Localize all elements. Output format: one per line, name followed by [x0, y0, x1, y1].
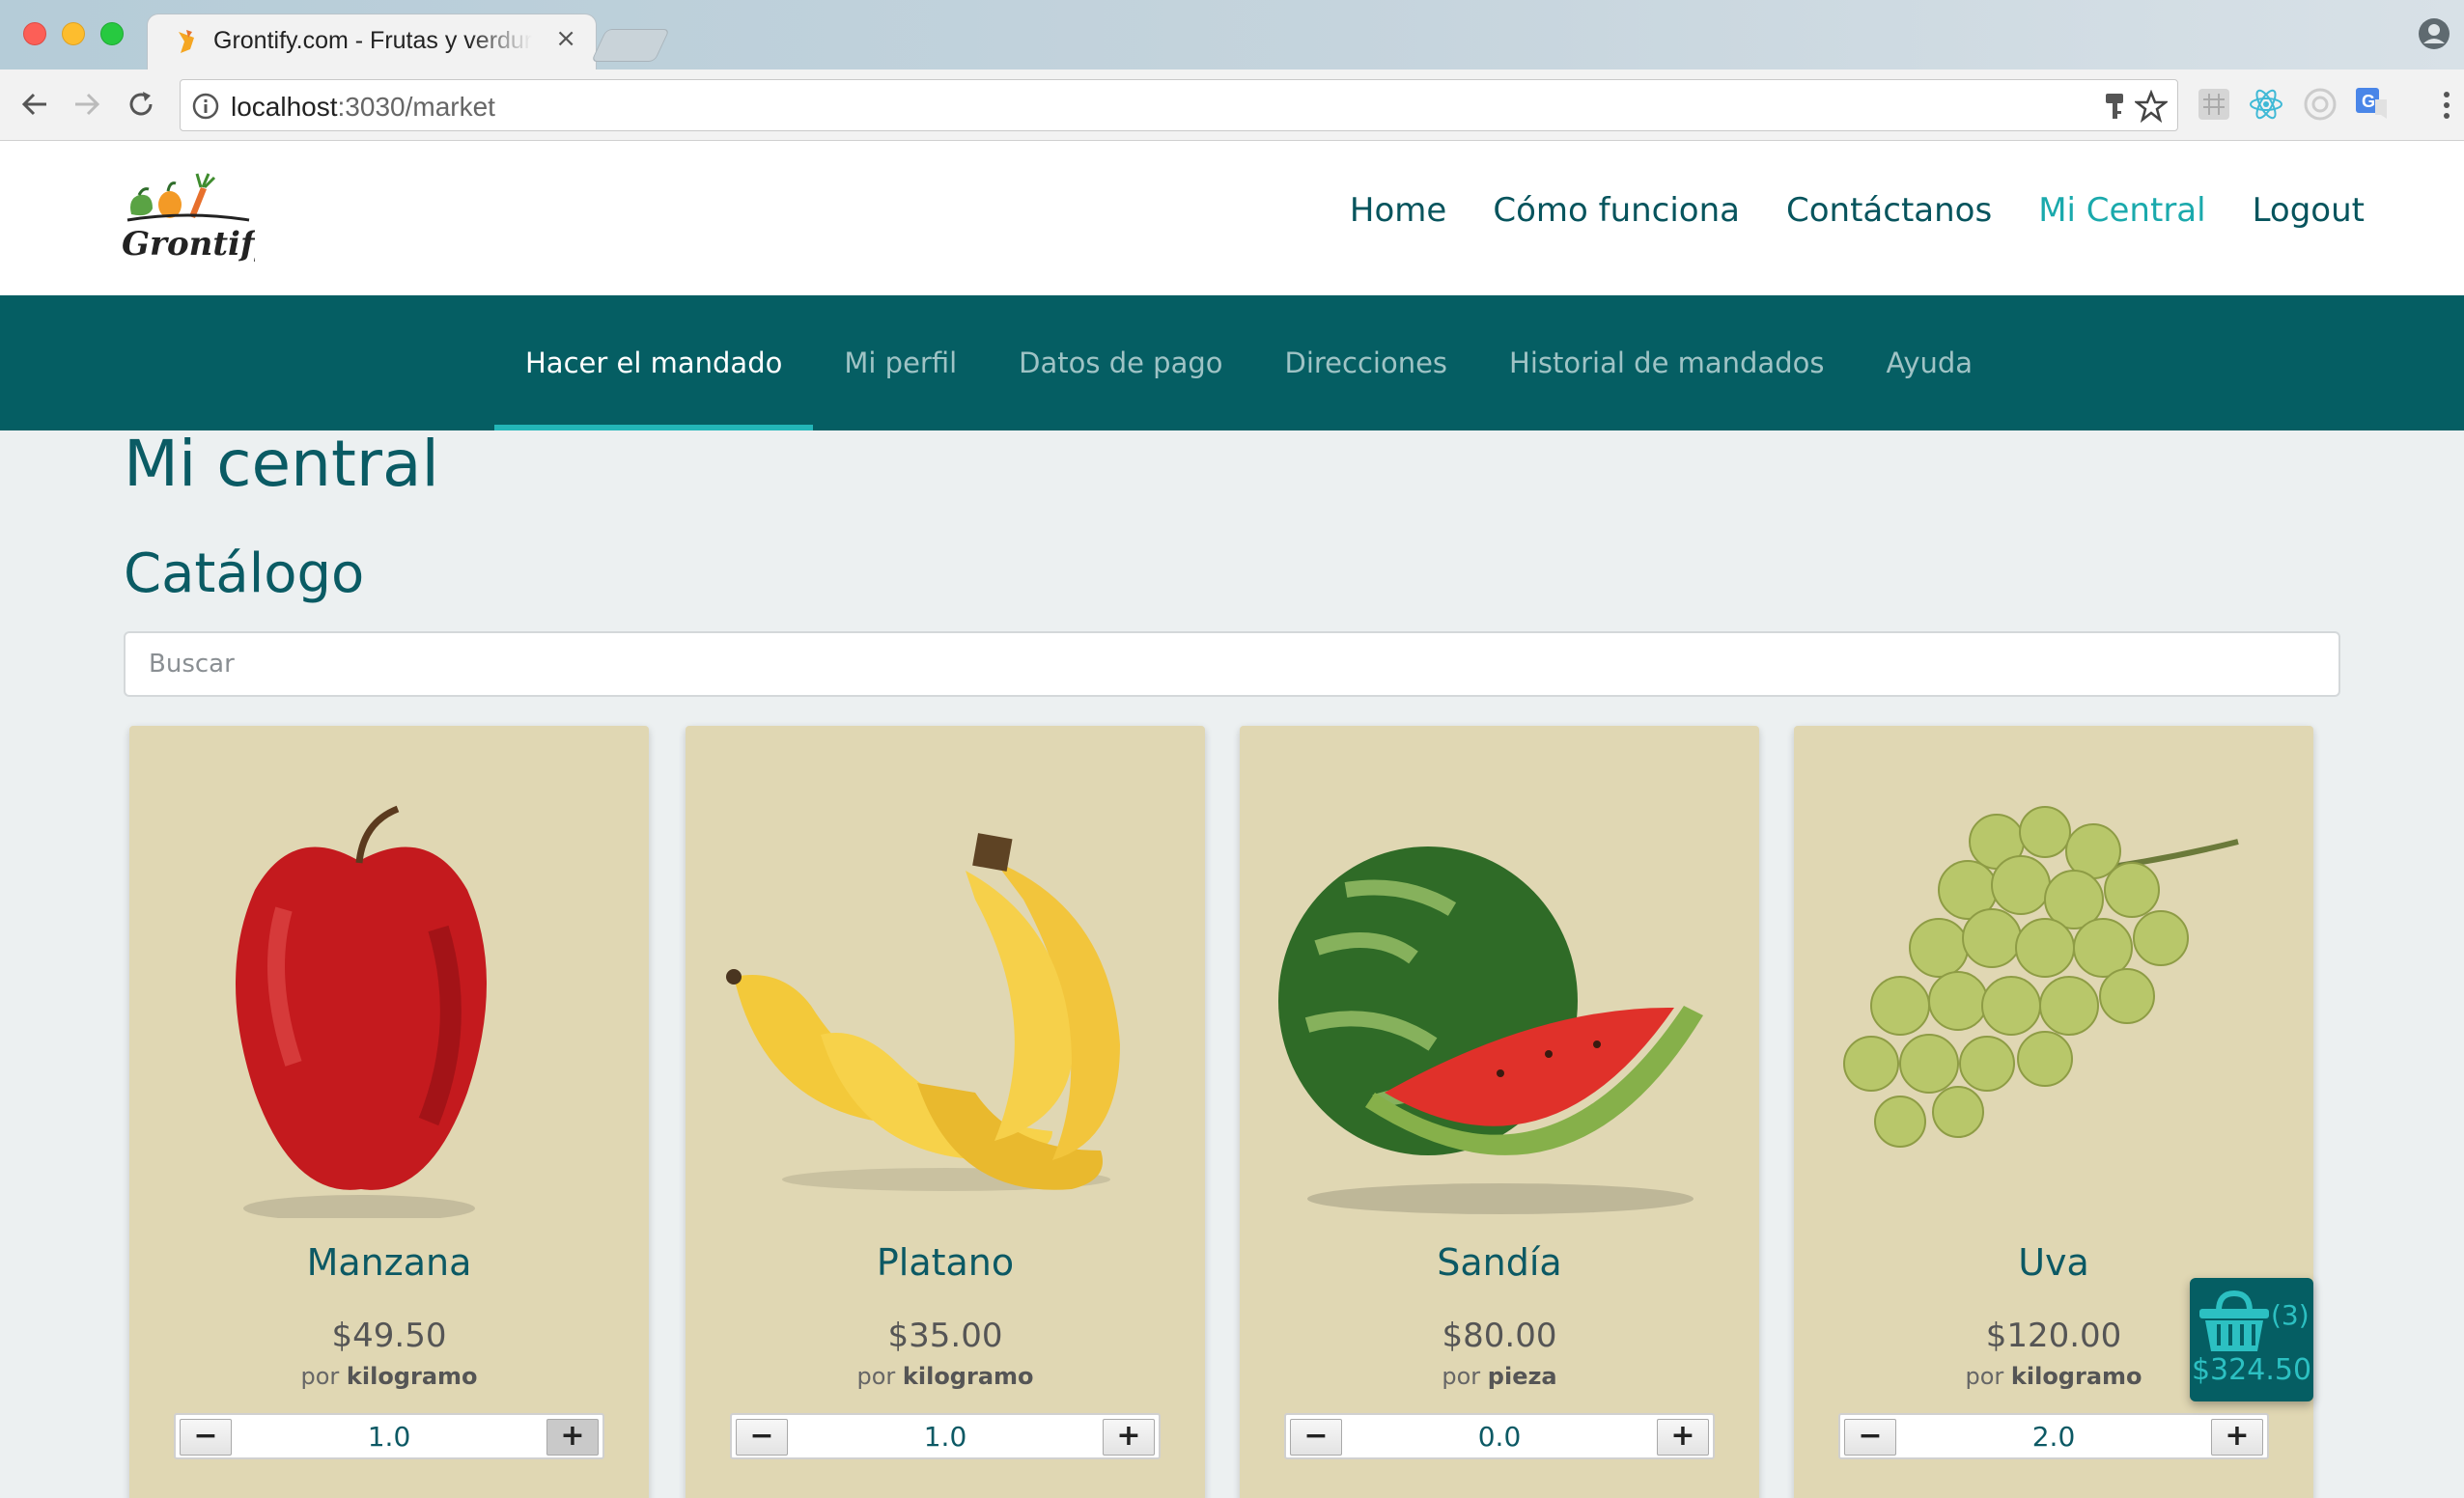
nav-home[interactable]: Home [1350, 191, 1446, 230]
catalog-title: Catálogo [124, 542, 365, 605]
site-info-icon[interactable] [192, 93, 219, 120]
svg-text:G: G [2362, 92, 2375, 111]
extension-circle-icon[interactable] [2302, 86, 2338, 123]
subnav-ayuda[interactable]: Ayuda [1855, 295, 2003, 430]
quantity-stepper: − 0.0 + [1284, 1413, 1715, 1459]
profile-icon[interactable] [2418, 17, 2450, 50]
reload-icon[interactable] [124, 87, 158, 122]
quantity-stepper: − 2.0 + [1838, 1413, 2269, 1459]
account-subnav: Hacer el mandado Mi perfil Datos de pago… [0, 295, 2464, 430]
product-price: $49.50 [331, 1317, 447, 1355]
increase-button[interactable]: + [1657, 1419, 1709, 1456]
quantity-value[interactable]: 2.0 [1900, 1419, 2207, 1456]
browser-menu-icon[interactable] [2435, 87, 2458, 124]
page-title: Mi central [124, 427, 439, 501]
nav-logout[interactable]: Logout [2253, 191, 2365, 230]
basket-icon [2199, 1290, 2269, 1351]
site-favicon-icon [179, 30, 194, 53]
subnav-historial[interactable]: Historial de mandados [1478, 295, 1855, 430]
bookmark-star-icon[interactable] [2135, 90, 2168, 123]
browser-tab-bar: Grontify.com - Frutas y verduras × [0, 0, 2464, 69]
increase-button[interactable]: + [546, 1419, 599, 1456]
decrease-button[interactable]: − [1290, 1419, 1342, 1456]
extension-grid-icon[interactable] [2196, 86, 2232, 123]
apple-image [236, 805, 487, 1218]
quantity-value[interactable]: 1.0 [236, 1419, 543, 1456]
product-unit: por kilogramo [856, 1363, 1034, 1390]
maximize-window-button[interactable] [100, 22, 124, 45]
address-bar[interactable]: localhost:3030/market [180, 79, 2178, 131]
product-price: $35.00 [887, 1317, 1003, 1355]
product-unit: por pieza [1442, 1363, 1557, 1390]
product-name: Manzana [306, 1241, 472, 1284]
translate-icon[interactable]: G [2354, 86, 2391, 123]
key-icon[interactable] [2102, 92, 2127, 121]
logo-wordmark: Grontify [122, 225, 255, 264]
nav-mi-central[interactable]: Mi Central [2038, 191, 2205, 230]
subnav-datos-de-pago[interactable]: Datos de pago [988, 295, 1253, 430]
quantity-stepper: − 1.0 + [174, 1413, 604, 1459]
decrease-button[interactable]: − [180, 1419, 232, 1456]
grontify-logo[interactable]: Grontify [120, 166, 255, 272]
close-window-button[interactable] [23, 22, 46, 45]
increase-button[interactable]: + [1103, 1419, 1155, 1456]
product-card: Sandía $80.00 por pieza − 0.0 + [1240, 726, 1759, 1498]
forward-arrow-icon[interactable] [70, 87, 104, 122]
decrease-button[interactable]: − [1844, 1419, 1896, 1456]
quantity-stepper: − 1.0 + [730, 1413, 1161, 1459]
react-devtools-icon[interactable] [2248, 86, 2284, 123]
quantity-value[interactable]: 1.0 [792, 1419, 1099, 1456]
new-tab-button[interactable] [591, 29, 670, 62]
close-tab-icon[interactable]: × [555, 24, 576, 53]
decrease-button[interactable]: − [736, 1419, 788, 1456]
product-name: Sandía [1437, 1241, 1562, 1284]
minimize-window-button[interactable] [62, 22, 85, 45]
browser-tab-active[interactable]: Grontify.com - Frutas y verduras × [147, 14, 597, 69]
address-url: localhost:3030/market [231, 92, 495, 122]
back-arrow-icon[interactable] [17, 87, 52, 122]
banana-image [726, 833, 1120, 1191]
main-nav: Home Cómo funciona Contáctanos Mi Centra… [1350, 191, 2365, 230]
increase-button[interactable]: + [2211, 1419, 2263, 1456]
product-card: Manzana $49.50 por kilogramo − 1.0 + [129, 726, 649, 1498]
cart-button[interactable]: (3) $324.50 [2190, 1278, 2313, 1401]
tab-title: Grontify.com - Frutas y verduras [213, 27, 532, 54]
site-header: Grontify Home Cómo funciona Contáctanos … [0, 141, 2464, 295]
nav-contactanos[interactable]: Contáctanos [1786, 191, 1992, 230]
product-unit: por kilogramo [300, 1363, 478, 1390]
product-card: Platano $35.00 por kilogramo − 1.0 + [686, 726, 1205, 1498]
product-price: $80.00 [1442, 1317, 1557, 1355]
cart-total: $324.50 [2191, 1353, 2312, 1387]
cart-count: (3) [2271, 1299, 2310, 1331]
browser-toolbar: localhost:3030/market G [0, 69, 2464, 141]
subnav-direcciones[interactable]: Direcciones [1254, 295, 1479, 430]
search-input[interactable] [124, 631, 2340, 697]
nav-como-funciona[interactable]: Cómo funciona [1493, 191, 1740, 230]
grapes-image [1843, 806, 2239, 1148]
product-name: Platano [876, 1241, 1015, 1284]
quantity-value[interactable]: 0.0 [1346, 1419, 1653, 1456]
subnav-hacer-el-mandado[interactable]: Hacer el mandado [494, 295, 814, 430]
watermelon-image [1278, 846, 1703, 1214]
subnav-mi-perfil[interactable]: Mi perfil [813, 295, 988, 430]
